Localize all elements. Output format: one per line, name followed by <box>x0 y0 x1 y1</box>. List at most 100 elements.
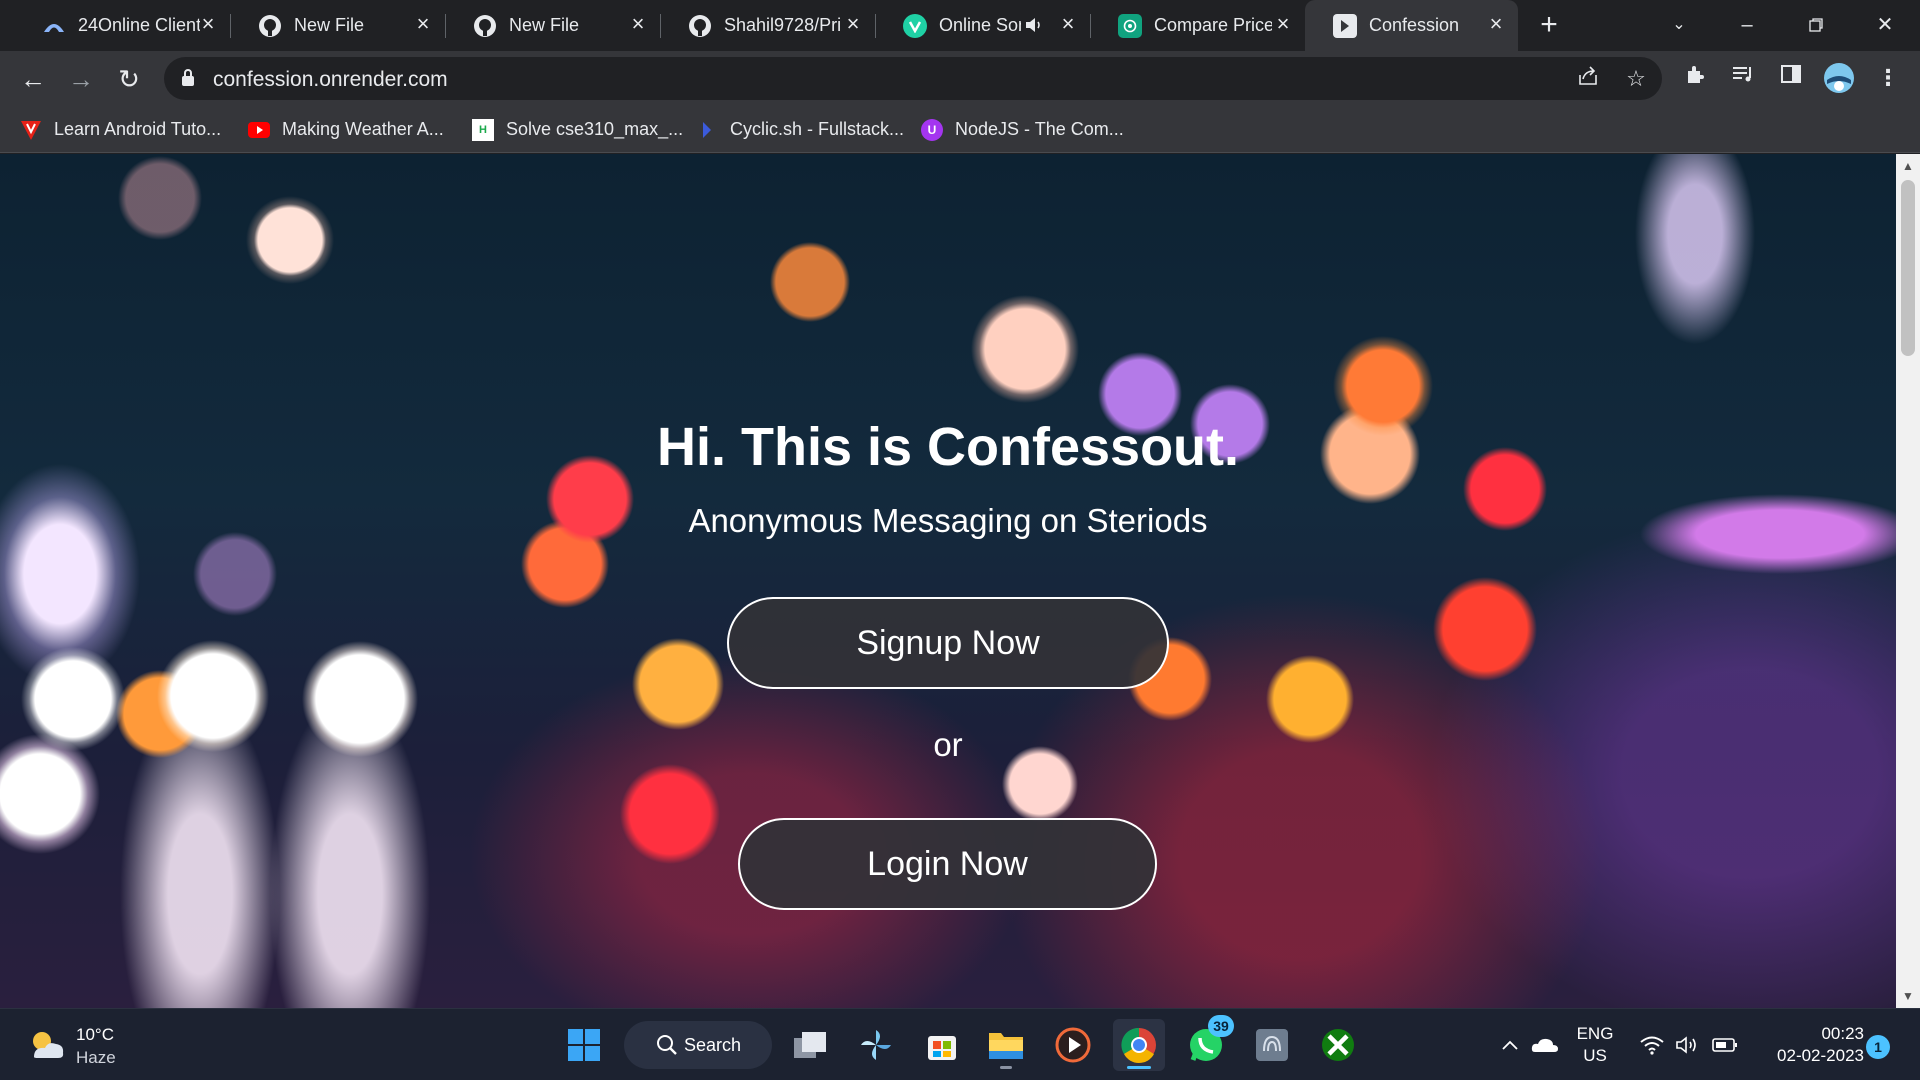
bookmark-cse310[interactable]: H Solve cse310_max_... <box>472 106 683 153</box>
scroll-down-icon[interactable]: ▼ <box>1896 986 1920 1006</box>
page-scrollbar[interactable]: ▲ ▼ <box>1896 154 1920 1008</box>
signup-button[interactable]: Signup Now <box>727 597 1169 689</box>
taskbar-search[interactable]: Search <box>624 1021 772 1069</box>
taskbar: 10°C Haze Search 39 ENG US 00:23 02-02-2… <box>0 1008 1920 1080</box>
bookmark-learn-android[interactable]: Learn Android Tuto... <box>20 106 221 153</box>
system-clock[interactable]: 00:23 02-02-2023 <box>1754 1023 1864 1067</box>
tab-title: Confession <box>1369 15 1460 35</box>
task-view-icon[interactable] <box>784 1019 836 1071</box>
star-icon[interactable]: ☆ <box>1622 65 1650 93</box>
profile-avatar-icon[interactable] <box>1823 62 1855 94</box>
search-label: Search <box>684 1035 742 1055</box>
weather-temp: 10°C <box>76 1025 114 1044</box>
tab-github-repo[interactable]: Shahil9728/Pri × <box>660 0 876 51</box>
chatgpt-icon <box>1118 14 1142 38</box>
notification-badge[interactable]: 1 <box>1866 1035 1890 1059</box>
udemy-icon: U <box>921 118 943 141</box>
extensions-icon[interactable] <box>1679 62 1711 94</box>
page-title: Hi. This is Confessout. <box>656 417 1240 477</box>
new-tab-button[interactable]: + <box>1534 10 1564 40</box>
bookmark-label: Learn Android Tuto... <box>54 119 222 139</box>
hackerrank-icon: H <box>472 118 494 141</box>
tab-strip: 24Online Client × New File × New File × … <box>0 0 1920 51</box>
bookmark-weather-app[interactable]: Making Weather A... <box>248 106 444 153</box>
close-icon[interactable]: × <box>1271 12 1295 36</box>
bookmark-label: Solve cse310_max_... <box>506 119 684 139</box>
back-icon[interactable]: ← <box>16 62 50 96</box>
language-code: ENG <box>1576 1024 1614 1043</box>
confession-icon <box>1333 14 1357 38</box>
battery-icon[interactable] <box>1710 1019 1740 1071</box>
browser-toolbar: ← → ↻ confession.onrender.com ☆ ⋮ <box>0 51 1920 106</box>
bookmark-label: Making Weather A... <box>282 119 444 139</box>
online-songs-icon <box>903 14 927 38</box>
page-subtitle: Anonymous Messaging on Steriods <box>688 502 1208 539</box>
github-icon <box>473 14 497 38</box>
tab-compare-price[interactable]: Compare Price × <box>1090 0 1305 51</box>
login-button[interactable]: Login Now <box>738 818 1157 910</box>
media-queue-icon[interactable] <box>1727 62 1759 94</box>
bookmark-cyclic[interactable]: Cyclic.sh - Fullstack... <box>696 106 904 153</box>
tab-search-icon[interactable]: ⌄ <box>1659 8 1699 42</box>
close-icon[interactable]: × <box>626 12 650 36</box>
region-code: US <box>1583 1046 1607 1065</box>
microsoft-store-icon[interactable] <box>916 1019 968 1071</box>
tab-24online[interactable]: 24Online Client × <box>14 0 231 51</box>
tab-online-songs[interactable]: Online Son × <box>875 0 1091 51</box>
bookmarks-bar: Learn Android Tuto... Making Weather A..… <box>0 106 1920 153</box>
close-window-icon[interactable]: ✕ <box>1865 8 1905 42</box>
tab-new-file-1[interactable]: New File × <box>230 0 446 51</box>
bookmark-nodejs[interactable]: U NodeJS - The Com... <box>921 106 1124 153</box>
running-indicator <box>1000 1066 1012 1069</box>
close-icon[interactable]: × <box>841 12 865 36</box>
speaker-icon[interactable] <box>1023 14 1045 36</box>
scroll-up-icon[interactable]: ▲ <box>1896 156 1920 176</box>
red-v-icon <box>20 119 42 141</box>
close-icon[interactable]: × <box>411 12 435 36</box>
onedrive-icon[interactable] <box>1530 1019 1560 1071</box>
bookmark-label: NodeJS - The Com... <box>955 119 1124 139</box>
chrome-icon[interactable] <box>1113 1019 1165 1071</box>
xbox-icon[interactable] <box>1312 1019 1364 1071</box>
weather-condition: Haze <box>76 1048 116 1067</box>
start-button[interactable] <box>558 1019 610 1071</box>
pinwheel-app-icon[interactable] <box>850 1019 902 1071</box>
24online-icon <box>42 14 66 38</box>
tray-overflow-icon[interactable] <box>1496 1019 1524 1071</box>
lock-icon <box>180 68 196 88</box>
forward-icon[interactable]: → <box>64 62 98 96</box>
menu-dots-icon[interactable]: ⋮ <box>1872 62 1904 94</box>
tab-title: Online Son <box>939 15 1021 35</box>
minimize-icon[interactable]: – <box>1727 8 1767 42</box>
restore-icon[interactable] <box>1796 8 1836 42</box>
close-icon[interactable]: × <box>1056 12 1080 36</box>
tab-title: New File <box>509 15 580 35</box>
weather-widget[interactable]: 10°C Haze <box>24 1021 164 1069</box>
share-icon[interactable] <box>1574 65 1602 93</box>
media-player-icon[interactable] <box>1047 1019 1099 1071</box>
haze-weather-icon <box>28 1027 66 1063</box>
close-icon[interactable]: × <box>196 12 220 36</box>
url-text: confession.onrender.com <box>213 68 448 91</box>
or-separator: or <box>933 726 963 763</box>
running-indicator <box>1127 1066 1151 1069</box>
tab-title: Shahil9728/Pri <box>724 15 842 35</box>
input-language[interactable]: ENG US <box>1570 1023 1620 1067</box>
wifi-icon[interactable] <box>1638 1019 1666 1071</box>
fingerprint-app-icon[interactable] <box>1246 1019 1298 1071</box>
volume-icon[interactable] <box>1674 1019 1702 1071</box>
github-icon <box>258 14 282 38</box>
tab-confession[interactable]: Confession × <box>1305 0 1518 51</box>
close-icon[interactable]: × <box>1484 12 1508 36</box>
tab-new-file-2[interactable]: New File × <box>445 0 661 51</box>
address-bar[interactable]: confession.onrender.com ☆ <box>164 57 1662 100</box>
bookmark-label: Cyclic.sh - Fullstack... <box>730 119 905 139</box>
reload-icon[interactable]: ↻ <box>112 62 146 96</box>
file-explorer-icon[interactable] <box>980 1019 1032 1071</box>
whatsapp-icon[interactable]: 39 <box>1180 1015 1234 1071</box>
side-panel-icon[interactable] <box>1775 62 1807 94</box>
tab-title: 24Online Client <box>78 15 200 35</box>
github-icon <box>688 14 712 38</box>
cyclic-icon <box>696 119 718 141</box>
scroll-thumb[interactable] <box>1901 180 1915 356</box>
